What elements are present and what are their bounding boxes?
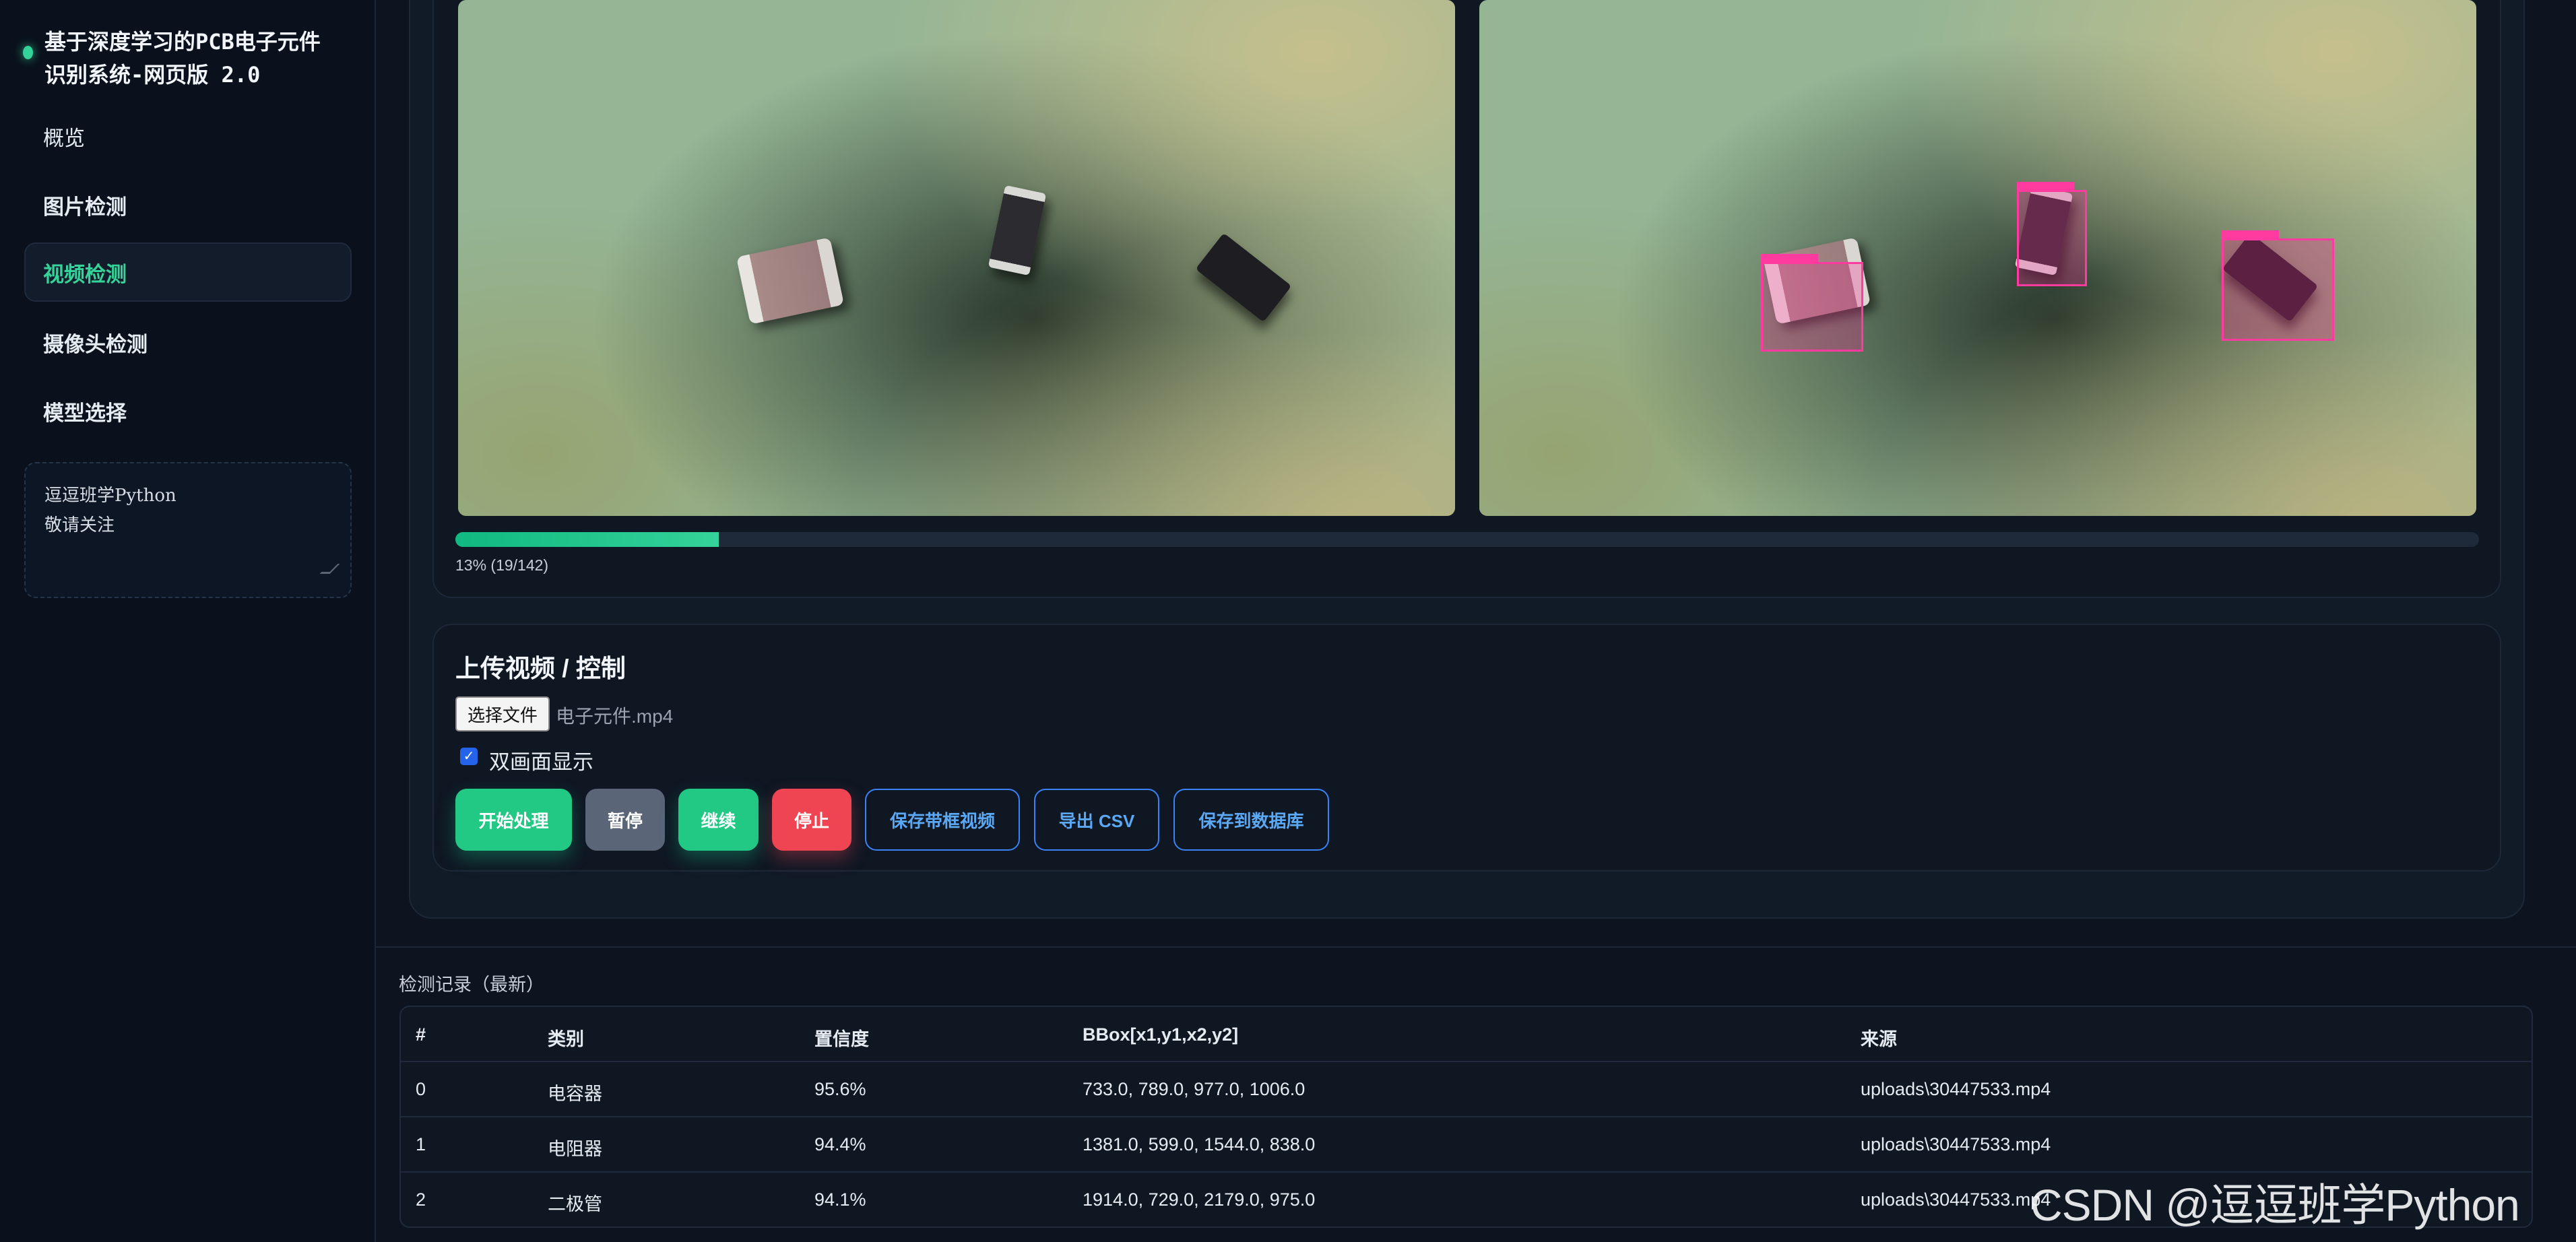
checkmark-icon: ✓	[463, 749, 475, 764]
notes-text: 逗逗班学Python 敬请关注	[44, 486, 176, 535]
table-cell: 电阻器	[548, 1139, 602, 1159]
column-header: 置信度	[814, 1029, 869, 1049]
records-title: 检测记录（最新）	[399, 975, 544, 995]
row-divider	[401, 1061, 2532, 1062]
progress-bar	[455, 532, 2479, 547]
dual-view-label[interactable]: 双画面显示	[489, 745, 593, 775]
sidebar-item-overview[interactable]: 概览	[24, 106, 352, 166]
column-header: 类别	[548, 1029, 584, 1049]
sidebar-item-video-detection[interactable]: 视频检测	[24, 242, 352, 302]
table-cell: 二极管	[548, 1194, 602, 1214]
dual-view-checkbox[interactable]: ✓	[460, 748, 478, 765]
detected-video-frame	[1479, 0, 2476, 516]
table-cell: 95.6%	[814, 1079, 866, 1099]
column-header: BBox[x1,y1,x2,y2]	[1083, 1024, 1239, 1045]
detection-tag	[2017, 182, 2074, 191]
table-cell: uploads\30447533.mp4	[1861, 1189, 2051, 1210]
table-cell: uploads\30447533.mp4	[1861, 1079, 2051, 1099]
detection-box-resistor	[2017, 182, 2087, 286]
table-cell: 1914.0, 729.0, 2179.0, 975.0	[1083, 1189, 1316, 1210]
detection-tag	[1761, 254, 1818, 263]
resume-button[interactable]: 继续	[678, 789, 759, 851]
control-panel-title: 上传视频 / 控制	[455, 655, 626, 682]
pcb-scene	[458, 0, 1455, 516]
table-cell: 1381.0, 599.0, 1544.0, 838.0	[1083, 1134, 1316, 1154]
divider	[376, 946, 2576, 948]
table-cell: 1	[416, 1134, 426, 1154]
table-cell: 94.1%	[814, 1189, 866, 1210]
start-button[interactable]: 开始处理	[455, 789, 572, 851]
column-header: #	[416, 1024, 426, 1045]
table-cell: 2	[416, 1189, 426, 1210]
table-cell: 94.4%	[814, 1134, 866, 1154]
choose-file-button[interactable]: 选择文件	[455, 696, 550, 731]
detection-box-capacitor	[1761, 254, 1863, 352]
export-csv-button[interactable]: 导出 CSV	[1034, 789, 1159, 851]
progress-fill	[455, 532, 719, 547]
sidebar-item-camera-detection[interactable]: 摄像头检测	[24, 313, 352, 372]
progress-text: 13% (19/142)	[455, 556, 549, 574]
detection-box-diode	[2222, 230, 2334, 341]
sidebar-item-model-select[interactable]: 模型选择	[24, 381, 352, 440]
table-cell: 733.0, 789.0, 977.0, 1006.0	[1083, 1079, 1306, 1099]
table-cell: 电容器	[548, 1084, 602, 1104]
status-dot-icon	[23, 46, 33, 59]
save-to-database-button[interactable]: 保存到数据库	[1173, 789, 1329, 851]
column-header: 来源	[1861, 1029, 1897, 1049]
table-cell: 0	[416, 1079, 426, 1099]
detection-tag	[2222, 230, 2279, 239]
pause-button[interactable]: 暂停	[585, 789, 665, 851]
watermark-text: CSDN @逗逗班学Python	[2030, 1180, 2520, 1230]
stop-button[interactable]: 停止	[772, 789, 851, 851]
app-title: 基于深度学习的PCB电子元件识别系统-网页版 2.0	[44, 29, 321, 88]
sidebar-item-image-detection[interactable]: 图片检测	[24, 175, 352, 234]
row-divider	[401, 1116, 2532, 1117]
original-video-frame	[458, 0, 1455, 516]
selected-file-name: 电子元件.mp4	[556, 706, 674, 727]
table-cell: uploads\30447533.mp4	[1861, 1134, 2051, 1154]
save-annotated-video-button[interactable]: 保存带框视频	[865, 789, 1020, 851]
